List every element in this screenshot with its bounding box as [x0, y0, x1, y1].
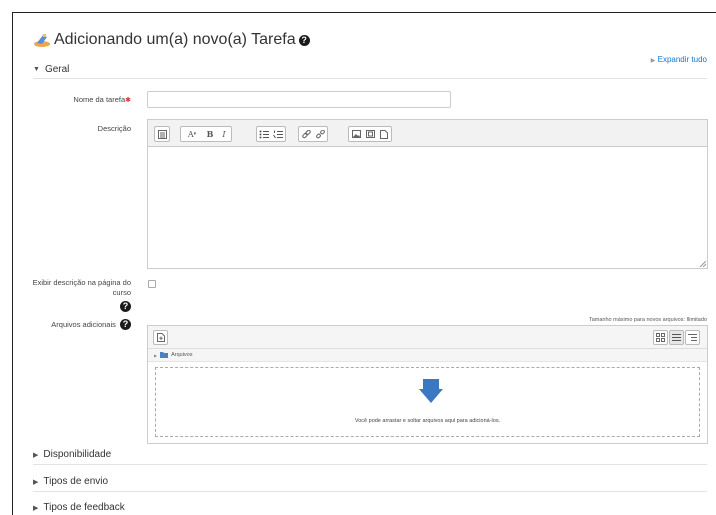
section-feedback-types[interactable]: ▶ Tipos de feedback: [33, 502, 125, 513]
show-description-label: Exibir descrição na página do curso ?: [13, 278, 131, 312]
ordered-list-icon[interactable]: [271, 127, 285, 141]
section-availability-label: Disponibilidade: [43, 449, 112, 460]
link-icon[interactable]: [299, 127, 313, 141]
add-file-icon[interactable]: [153, 330, 168, 345]
section-availability[interactable]: ▶ Disponibilidade: [33, 449, 111, 460]
file-manager-icon[interactable]: [377, 127, 391, 141]
additional-files-label: Arquivos adicionais ?: [13, 319, 131, 330]
name-label-text: Nome da tarefa: [73, 95, 126, 104]
page-title: Adicionando um(a) novo(a) Tarefa ?: [33, 31, 310, 49]
upload-arrow-icon: [419, 379, 443, 403]
toolbar-group-3: [256, 126, 286, 142]
bold-icon[interactable]: B: [203, 127, 217, 141]
form-page: Adicionando um(a) novo(a) Tarefa ? ▶ Exp…: [12, 12, 716, 515]
description-editor[interactable]: A ▾ B I: [147, 119, 708, 269]
name-input[interactable]: [147, 91, 451, 108]
name-label: Nome da tarefa✱: [13, 95, 131, 104]
chevron-right-icon: ▶: [33, 504, 39, 512]
show-description-text: Exibir descrição na página do curso: [32, 278, 131, 297]
section-feedback-types-label: Tipos de feedback: [43, 502, 125, 513]
chevron-right-icon: ▶: [33, 451, 39, 459]
divider: [33, 78, 707, 79]
toolbar-group-2: A ▾ B I: [180, 126, 232, 142]
divider: [33, 491, 707, 492]
chevron-down-icon: ▼: [33, 66, 40, 73]
file-picker-toolbar: [148, 326, 707, 349]
max-size-note: Tamanho máximo para novos arquivos: Ilim…: [588, 317, 707, 323]
view-icons-icon[interactable]: [653, 330, 668, 345]
unordered-list-icon[interactable]: [257, 127, 271, 141]
file-path[interactable]: ▶ Arquivos: [148, 349, 707, 362]
help-icon[interactable]: ?: [120, 301, 131, 312]
toolbar-group-5: [348, 126, 392, 142]
toolbar-group-4: [298, 126, 328, 142]
additional-files-text: Arquivos adicionais: [51, 320, 116, 329]
assignment-icon: [33, 33, 51, 47]
editor-toolbar: A ▾ B I: [148, 120, 707, 147]
expand-all-link[interactable]: ▶ Expandir tudo: [651, 55, 707, 64]
unlink-icon[interactable]: [313, 127, 327, 141]
help-icon[interactable]: ?: [120, 319, 131, 330]
section-general[interactable]: ▼ Geral: [33, 64, 69, 75]
expand-all-label: Expandir tudo: [657, 55, 707, 64]
divider: [33, 464, 707, 465]
italic-glyph: I: [222, 129, 226, 139]
media-icon[interactable]: [363, 127, 377, 141]
chevron-right-icon: ▶: [33, 478, 39, 486]
section-general-label: Geral: [44, 64, 70, 75]
file-picker: ▶ Arquivos Você pode arrastar e soltar a…: [147, 325, 708, 444]
description-label: Descrição: [97, 124, 131, 133]
font-style-icon[interactable]: A ▾: [181, 127, 203, 141]
chevron-right-icon: ▶: [650, 58, 656, 64]
show-description-checkbox[interactable]: [148, 280, 156, 288]
drop-hint: Você pode arrastar e soltar arquivos aqu…: [354, 418, 501, 424]
drop-zone[interactable]: Você pode arrastar e soltar arquivos aqu…: [155, 367, 700, 437]
section-submission-types-label: Tipos de envio: [43, 476, 109, 487]
page-title-text: Adicionando um(a) novo(a) Tarefa: [54, 31, 296, 48]
chevron-right-icon: ▶: [154, 352, 158, 358]
required-icon: ✱: [125, 97, 131, 104]
bold-glyph: B: [206, 129, 214, 139]
folder-label: Arquivos: [171, 352, 193, 358]
folder-icon: [160, 352, 169, 358]
toolbar-group-1: [154, 126, 170, 142]
italic-icon[interactable]: I: [217, 127, 231, 141]
help-icon[interactable]: ?: [298, 34, 310, 46]
view-tree-icon[interactable]: [685, 330, 700, 345]
section-submission-types[interactable]: ▶ Tipos de envio: [33, 476, 108, 487]
resize-handle-icon[interactable]: [699, 260, 706, 267]
view-list-icon[interactable]: [669, 330, 684, 345]
toolbar-toggle-icon[interactable]: [155, 127, 169, 141]
caret-down-icon: ▾: [193, 131, 197, 137]
image-icon[interactable]: [349, 127, 363, 141]
